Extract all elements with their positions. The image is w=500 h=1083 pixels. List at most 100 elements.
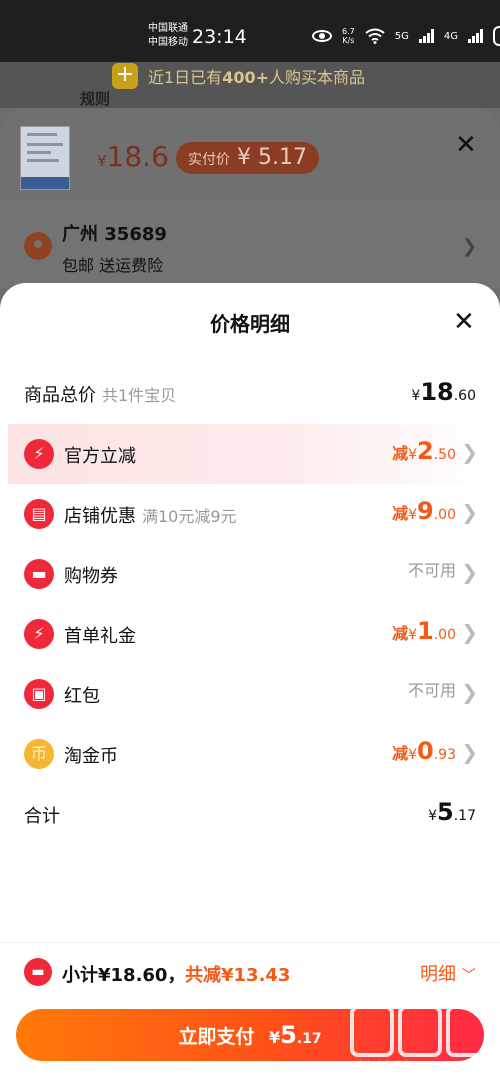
detail-toggle[interactable]: 明细 ﹀	[420, 960, 476, 986]
carrier-names: 中国联通 中国移动	[148, 22, 188, 50]
subtotal-text: 小计¥18.60，	[62, 965, 186, 986]
price-row[interactable]: 币 淘金币 减 ¥0.93 ❯	[0, 724, 500, 784]
promo-suffix: 人购买本商品	[269, 68, 366, 87]
chevron-right-icon: ❯	[461, 560, 478, 584]
watermark-logo: zhizhizhi.com	[350, 1005, 490, 1077]
row-value: 减 ¥2.50	[392, 437, 456, 465]
close-icon[interactable]: ✕	[453, 307, 475, 337]
price-row[interactable]: ⚡ 首单礼金 减 ¥1.00 ❯	[0, 604, 500, 664]
discount-text: 共减¥13.43	[185, 965, 291, 986]
order-price-value: 18.6	[106, 140, 169, 173]
row-value-text: 不可用	[407, 561, 456, 580]
price-row[interactable]: ▤ 店铺优惠 满10元减9元 减 ¥9.00 ❯	[0, 484, 500, 544]
total-value: ¥18.60	[411, 378, 476, 406]
row-value-currency: ¥	[408, 507, 418, 523]
row-value: 减 ¥0.93	[392, 737, 456, 765]
order-close-icon[interactable]: ✕	[455, 130, 477, 160]
row-label-text: 店铺优惠	[64, 506, 136, 527]
peek-text: 规则	[80, 90, 111, 108]
total-int: 18	[420, 378, 454, 406]
price-row[interactable]: ▬ 购物券 不可用 ❯	[0, 544, 500, 604]
shipping-info: 包邮 送运费险	[62, 256, 164, 275]
pay-label: 立即支付	[178, 1026, 255, 1048]
row-label-text: 红包	[64, 686, 100, 707]
row-value-dec: .93	[433, 747, 456, 763]
product-thumbnail	[20, 126, 70, 190]
chevron-right-icon: ❯	[461, 440, 478, 464]
row-value: 不可用	[408, 557, 456, 581]
row-value-int: 0	[417, 737, 434, 765]
lightning-icon: ⚡	[24, 619, 54, 649]
sum-dec: .17	[453, 808, 476, 824]
detail-link-label: 明细	[420, 964, 456, 985]
row-value: 减 ¥1.00	[392, 617, 456, 645]
signal-icon-2	[467, 29, 483, 43]
row-value: 不可用	[408, 677, 456, 701]
row-value-dec: .50	[433, 447, 456, 463]
row-label: 官方立减	[64, 442, 136, 468]
chevron-right-icon: ❯	[461, 680, 478, 704]
clock: 23:14	[192, 26, 247, 48]
carrier-1: 中国联通	[148, 23, 188, 34]
paid-value: ¥ 5.17	[237, 145, 307, 170]
chevron-down-icon: ﹀	[461, 968, 476, 984]
pay-dec: .17	[296, 1031, 322, 1047]
chevron-right-icon: ❯	[461, 620, 478, 644]
status-bar: 中国联通 中国移动 23:14 6.7 K/s 5G 4G 90	[0, 0, 500, 62]
promo-prefix: 近1日已有	[148, 68, 223, 87]
row-value-text: 不可用	[407, 681, 456, 700]
chevron-right-icon: ❯	[461, 740, 478, 764]
row-label-text: 官方立减	[64, 446, 136, 467]
battery-indicator: 90	[492, 26, 500, 46]
price-row[interactable]: ▣ 红包 不可用 ❯	[0, 664, 500, 724]
red-packet-icon: ▣	[24, 679, 54, 709]
order-price-currency: ¥	[97, 152, 107, 170]
row-value: 减 ¥9.00	[392, 497, 456, 525]
network-type-1: 5G	[394, 30, 409, 42]
total-sub: 共1件宝贝	[102, 386, 177, 405]
location-pin-icon	[24, 232, 52, 260]
row-sub-text: 满10元减9元	[142, 507, 237, 526]
total-dec: .60	[453, 388, 476, 404]
row-value-currency: ¥	[408, 747, 418, 763]
row-label-text: 购物券	[64, 566, 118, 587]
pay-int: 5	[280, 1021, 297, 1049]
sum-value: ¥5.17	[428, 798, 476, 826]
row-label-text: 首单礼金	[64, 626, 136, 647]
promo-count: 400+	[222, 68, 269, 87]
chevron-right-icon: ❯	[461, 500, 478, 524]
row-value-int: 1	[417, 617, 434, 645]
row-value-int: 2	[417, 437, 434, 465]
paid-label: 实付价	[188, 152, 230, 168]
row-value-currency: ¥	[408, 447, 418, 463]
shop-icon: ▤	[24, 499, 54, 529]
promo-text: 近1日已有400+人购买本商品	[148, 64, 365, 88]
lightning-icon: ⚡	[24, 439, 54, 469]
row-label: 购物券	[64, 562, 118, 588]
sum-label: 合计	[24, 806, 60, 827]
watermark-text: zhizhizhi.com	[352, 1059, 440, 1073]
network-speed: 6.7 K/s	[342, 27, 355, 45]
order-price: ¥18.6	[97, 140, 169, 173]
row-value-int: 9	[417, 497, 434, 525]
speed-unit: K/s	[342, 36, 355, 45]
carrier-2: 中国移动	[148, 37, 188, 48]
row-value-prefix: 减	[392, 444, 409, 463]
row-value-dec: .00	[433, 507, 456, 523]
row-label: 首单礼金	[64, 622, 136, 648]
total-currency: ¥	[411, 388, 421, 404]
coin-icon: 币	[24, 739, 54, 769]
row-value-prefix: 减	[392, 744, 409, 763]
sum-currency: ¥	[428, 808, 438, 824]
row-value-prefix: 减	[392, 624, 409, 643]
price-row[interactable]: ⚡ 官方立减 减 ¥2.50 ❯	[8, 424, 492, 484]
total-row: 商品总价 共1件宝贝	[24, 381, 176, 407]
plus-icon: +	[112, 63, 138, 89]
sheet-title: 价格明细	[210, 312, 290, 336]
pay-currency: ¥	[268, 1028, 281, 1047]
ticket-icon: ▬	[24, 958, 52, 986]
sum-int: 5	[437, 798, 454, 826]
wifi-icon	[365, 28, 385, 44]
total-label: 商品总价	[24, 385, 96, 406]
row-label: 淘金币	[64, 742, 118, 768]
